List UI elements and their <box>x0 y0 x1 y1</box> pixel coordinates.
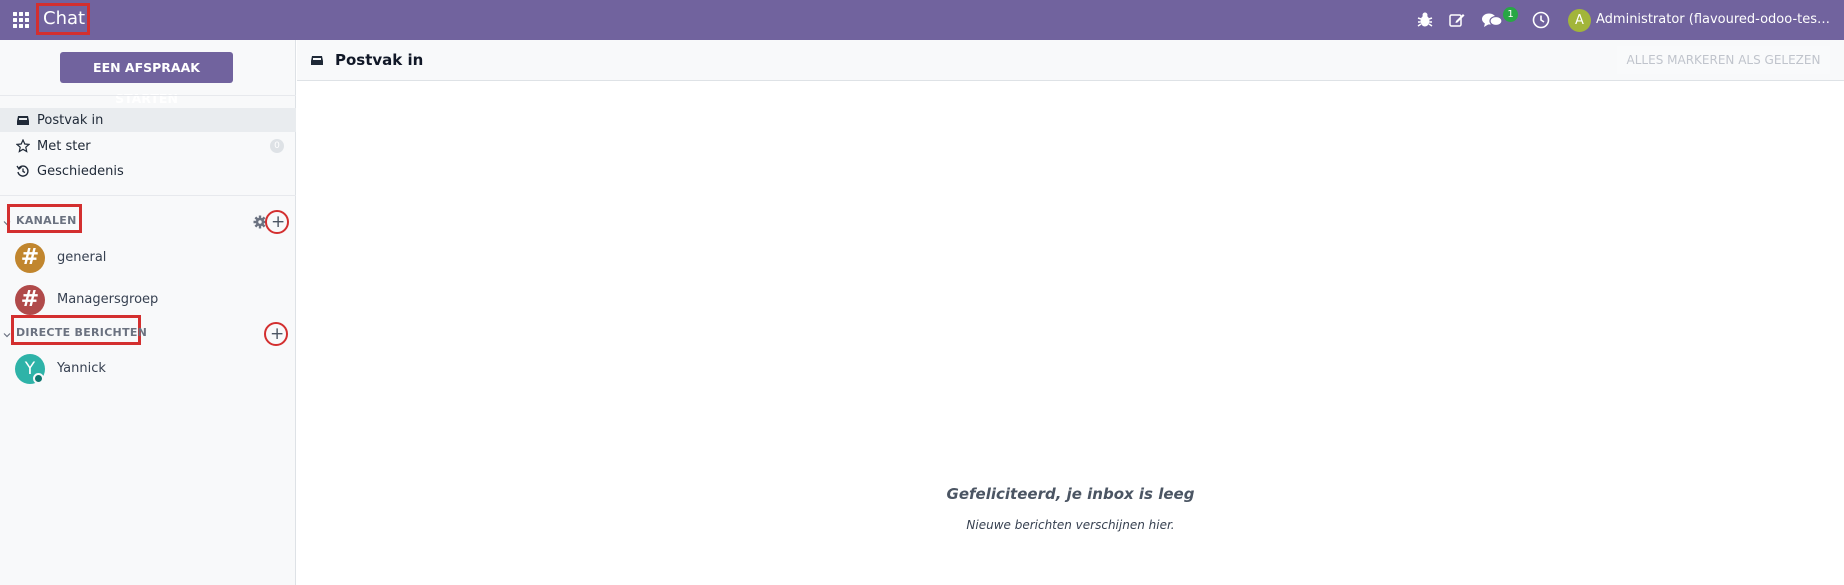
dm-name: Yannick <box>57 361 106 376</box>
sidebar-item-label: Postvak in <box>37 112 104 128</box>
sidebar-item-inbox[interactable]: Postvak in <box>0 108 296 132</box>
main-header: Postvak in ALLES MARKEREN ALS GELEZEN <box>297 40 1844 81</box>
channel-name: Managersgroep <box>57 292 159 307</box>
divider <box>0 95 296 96</box>
channel-item-general[interactable]: # general <box>0 236 296 276</box>
app-name[interactable]: Chat <box>36 3 90 35</box>
sidebar: EEN AFSPRAAK STARTEN Postvak in Met ster… <box>0 40 296 585</box>
add-direct-message-button[interactable]: + <box>264 322 288 346</box>
user-avatar[interactable]: A <box>1568 9 1591 32</box>
clock-icon[interactable] <box>1531 10 1551 30</box>
channels-category-label[interactable]: KANALEN <box>16 214 77 227</box>
history-icon <box>16 165 29 177</box>
plus-icon: + <box>270 324 285 344</box>
plus-icon: + <box>271 212 286 232</box>
direct-messages-category-label[interactable]: DIRECTE BERICHTEN <box>16 326 147 339</box>
dm-item-yannick[interactable]: Y Yannick <box>0 347 296 387</box>
hash-icon: # <box>15 285 45 315</box>
chevron-down-icon[interactable] <box>3 331 11 339</box>
add-channel-button[interactable]: + <box>265 210 289 234</box>
online-status-icon <box>33 373 44 384</box>
inbox-icon <box>311 56 323 65</box>
chat-bubbles-icon[interactable] <box>1481 10 1503 30</box>
bug-icon[interactable] <box>1415 10 1435 30</box>
mark-all-read-button[interactable]: ALLES MARKEREN ALS GELEZEN <box>1617 46 1830 74</box>
start-meeting-button[interactable]: EEN AFSPRAAK STARTEN <box>60 52 233 106</box>
star-icon <box>16 139 30 153</box>
top-navbar: Chat 1 A Administrator (flavoured-odoo-t… <box>0 0 1844 40</box>
hash-icon: # <box>15 243 45 273</box>
channel-name: general <box>57 250 107 265</box>
channel-item-managersgroep[interactable]: # Managersgroep <box>0 278 296 318</box>
user-menu[interactable]: Administrator (flavoured-odoo-test-si... <box>1596 12 1832 27</box>
empty-state-subtitle: Nieuwe berichten verschijnen hier. <box>966 518 1175 532</box>
sidebar-item-history[interactable]: Geschiedenis <box>0 159 296 183</box>
apps-menu-icon[interactable] <box>13 12 29 28</box>
page-title: Postvak in <box>335 51 424 69</box>
divider <box>0 195 296 196</box>
edit-icon[interactable] <box>1447 10 1467 30</box>
starred-count: 0 <box>270 139 284 153</box>
sidebar-item-label: Met ster <box>37 138 91 154</box>
inbox-icon <box>17 116 29 125</box>
sidebar-item-label: Geschiedenis <box>37 163 124 179</box>
empty-state-title: Gefeliciteerd, je inbox is leeg <box>946 485 1195 503</box>
notification-badge: 1 <box>1503 7 1518 22</box>
sidebar-item-starred[interactable]: Met ster 0 <box>0 134 296 158</box>
